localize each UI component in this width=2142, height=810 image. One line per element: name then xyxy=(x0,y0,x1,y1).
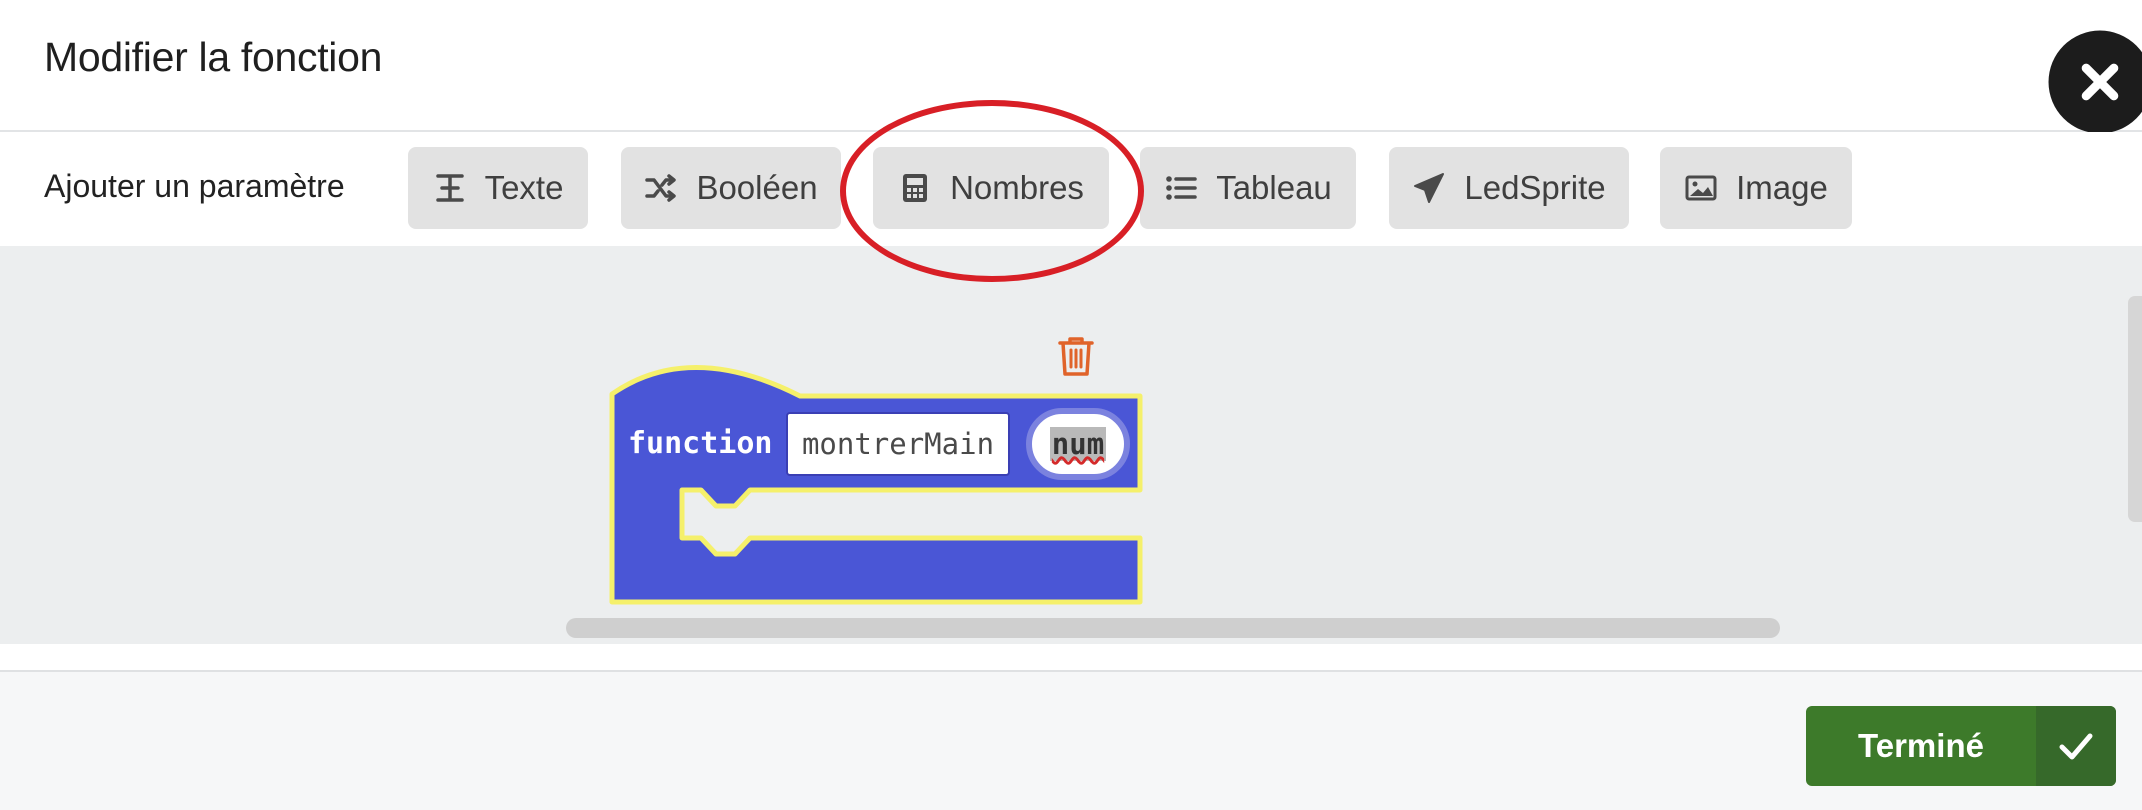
paper-plane-icon xyxy=(1414,173,1445,203)
close-icon xyxy=(2081,63,2119,101)
add-array-parameter-label: Tableau xyxy=(1216,169,1332,206)
list-icon xyxy=(1166,176,1197,200)
function-block[interactable] xyxy=(600,356,1150,612)
done-button-label: Terminé xyxy=(1858,727,1984,764)
close-button[interactable] xyxy=(2048,30,2142,134)
add-array-parameter-button[interactable]: Tableau xyxy=(1140,147,1356,229)
add-text-parameter-button[interactable]: Texte xyxy=(408,147,588,229)
add-ledsprite-parameter-button[interactable]: LedSprite xyxy=(1389,147,1629,229)
add-image-parameter-button[interactable]: Image xyxy=(1660,147,1852,229)
parameter-name: num xyxy=(1049,427,1107,461)
done-check-section xyxy=(2036,706,2116,786)
add-text-parameter-label: Texte xyxy=(484,169,564,206)
parameter-field[interactable]: num xyxy=(1026,408,1130,480)
image-icon xyxy=(1685,175,1717,201)
add-ledsprite-parameter-label: LedSprite xyxy=(1464,169,1606,206)
add-number-parameter-label: Nombres xyxy=(950,169,1084,206)
add-parameter-label: Ajouter un paramètre xyxy=(44,168,345,204)
function-name-field[interactable]: montrerMain xyxy=(786,412,1010,476)
check-icon xyxy=(2059,733,2093,760)
add-number-parameter-button[interactable]: Nombres xyxy=(873,147,1109,229)
workspace-horizontal-scrollbar[interactable] xyxy=(566,618,1780,638)
add-image-parameter-label: Image xyxy=(1736,169,1828,206)
function-keyword: function xyxy=(628,426,773,461)
workspace-vertical-scrollbar[interactable] xyxy=(2128,296,2142,522)
add-boolean-parameter-label: Booléen xyxy=(696,169,818,206)
text-icon xyxy=(435,174,464,202)
dialog-title: Modifier la fonction xyxy=(44,34,383,80)
calculator-icon xyxy=(903,174,928,202)
done-button[interactable]: Terminé xyxy=(1806,706,2116,786)
add-boolean-parameter-button[interactable]: Booléen xyxy=(621,147,841,229)
shuffle-icon xyxy=(645,174,677,202)
